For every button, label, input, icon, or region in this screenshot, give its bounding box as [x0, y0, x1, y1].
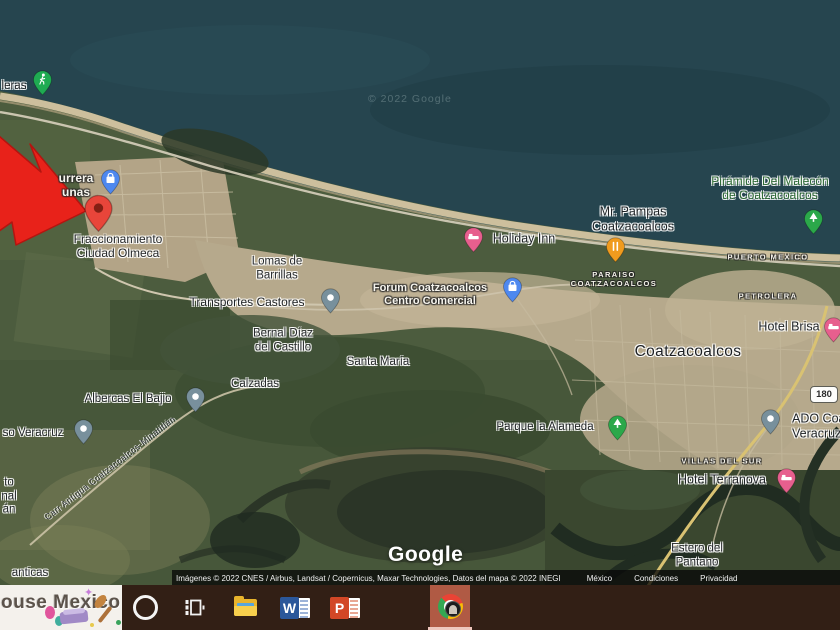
word-icon: W: [280, 597, 310, 619]
task-view-button[interactable]: [175, 585, 215, 630]
google-logo: Google: [388, 543, 463, 567]
ado-pin[interactable]: [760, 409, 781, 440]
forum-shopping-pin[interactable]: [502, 277, 523, 308]
powerpoint-icon: P: [330, 597, 360, 619]
piramide-park-pin[interactable]: [803, 209, 824, 240]
route-180-shield: 180: [810, 386, 838, 403]
chrome-button[interactable]: [430, 585, 470, 627]
powerpoint-button[interactable]: P: [325, 585, 365, 630]
cortana-circle-icon: [133, 595, 158, 620]
mr-pampas-restaurant-pin[interactable]: [605, 237, 626, 268]
task-view-icon: [185, 599, 205, 616]
chrome-icon: [438, 594, 463, 619]
attribution-imagery-text: Imágenes © 2022 CNES / Airbus, Landsat /…: [176, 574, 561, 583]
transportes-pin[interactable]: [320, 288, 341, 319]
albercas-pin[interactable]: [185, 387, 206, 418]
map-copyright-watermark: © 2022 Google: [368, 93, 452, 105]
sparkle-graphic-icon: ✦: [84, 586, 93, 599]
terranova-hotel-pin[interactable]: [776, 468, 797, 499]
balloon-pink-graphic-icon: [45, 606, 55, 619]
so-veracruz-pin[interactable]: [73, 419, 94, 450]
trail-pin[interactable]: [32, 70, 53, 101]
windows-taskbar: ouse Mexico ✦: [0, 585, 840, 630]
taskbar-window-preview[interactable]: ouse Mexico ✦: [0, 585, 122, 630]
satellite-imagery: [0, 0, 840, 586]
confetti-yellow-icon: [90, 623, 94, 627]
attribution-link-mexico[interactable]: México: [587, 574, 612, 583]
screenshot-root: lerasurreraunasFraccionamientoCiudad Olm…: [0, 0, 840, 630]
destination-red-pin[interactable]: [83, 194, 114, 238]
holiday-inn-hotel-pin[interactable]: [463, 227, 484, 258]
file-explorer-folder-icon: [234, 599, 257, 616]
confetti-green-icon: [116, 620, 121, 625]
hotel-brisa-hotel-pin[interactable]: [823, 317, 840, 348]
map[interactable]: lerasurreraunasFraccionamientoCiudad Olm…: [0, 0, 840, 586]
cortana-search-button[interactable]: [125, 585, 165, 630]
chrome-profile-badge: [445, 601, 461, 617]
alameda-park-pin[interactable]: [607, 415, 628, 446]
attribution-link-condiciones[interactable]: Condiciones: [634, 574, 678, 583]
file-explorer-button[interactable]: [225, 585, 265, 630]
map-attribution-bar: Imágenes © 2022 CNES / Airbus, Landsat /…: [172, 570, 840, 586]
word-button[interactable]: W: [275, 585, 315, 630]
attribution-link-privacidad[interactable]: Privacidad: [700, 574, 737, 583]
